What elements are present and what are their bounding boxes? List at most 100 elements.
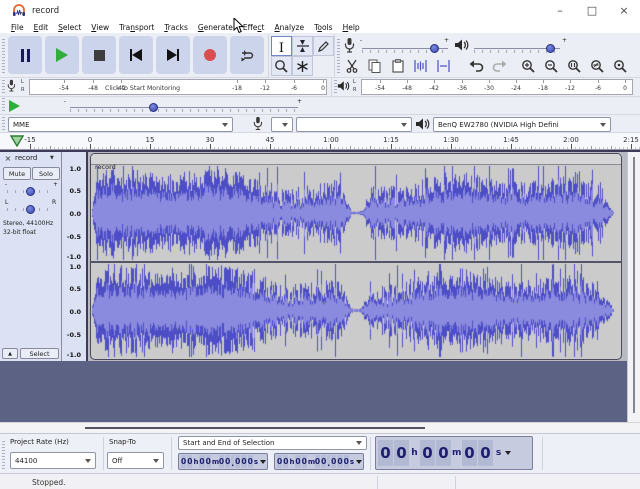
clip-header[interactable]: record: [91, 154, 621, 165]
time-digit[interactable]: 0: [219, 455, 224, 468]
timeline-label: 30: [206, 136, 215, 144]
chevron-down-icon[interactable]: [260, 460, 266, 464]
zoom-tool-button[interactable]: [271, 56, 292, 76]
time-digit[interactable]: 0: [283, 455, 288, 468]
envelope-tool-button[interactable]: [292, 36, 313, 56]
play-button[interactable]: [45, 36, 79, 74]
time-digit[interactable]: 0: [436, 440, 451, 466]
skip-to-start-button[interactable]: [119, 36, 153, 74]
collapse-track-button[interactable]: ▲: [2, 348, 18, 359]
selection-end-field[interactable]: 00h00m00.000s: [274, 453, 364, 470]
time-unit: h: [410, 448, 419, 458]
play-speed-slider[interactable]: [149, 103, 158, 112]
time-digit[interactable]: 0: [187, 455, 192, 468]
draw-tool-button[interactable]: [313, 36, 334, 56]
fit-project-icon: [590, 59, 605, 74]
paste-button[interactable]: [389, 58, 406, 74]
selection-start-field[interactable]: 00h00m00.000s: [178, 453, 268, 470]
playback-volume-slider[interactable]: [546, 44, 555, 53]
recording-meter[interactable]: LR-54-48-42Click to Start Monitoring-18-…: [0, 78, 331, 96]
mute-button[interactable]: Mute: [3, 167, 31, 180]
multi-tool-button[interactable]: [292, 56, 313, 76]
select-track-button[interactable]: Select: [20, 348, 59, 359]
time-digit[interactable]: 0: [337, 455, 342, 468]
time-digit[interactable]: 0: [248, 455, 253, 468]
meter-scale-label: -6: [595, 85, 601, 92]
time-digit[interactable]: 0: [181, 455, 186, 468]
zoom-in-button[interactable]: [520, 58, 537, 74]
playback-device-select[interactable]: BenQ EW2780 (NVIDIA High Defini: [433, 117, 611, 132]
redo-button[interactable]: [491, 58, 508, 74]
time-digit[interactable]: 0: [295, 455, 300, 468]
track-name[interactable]: record: [15, 154, 37, 162]
meter-bar[interactable]: -54-48-42-36-30-24-18-12-60: [361, 79, 633, 95]
timeline-label: 2:00: [563, 136, 579, 144]
pan-slider[interactable]: [26, 205, 35, 214]
play-at-speed-icon[interactable]: [9, 100, 20, 112]
time-digit[interactable]: 0: [394, 440, 409, 466]
minus-label: -: [360, 37, 362, 44]
record-button[interactable]: [193, 36, 227, 74]
track-menu-caret-icon[interactable]: ▼: [50, 155, 54, 161]
zoom-out-button[interactable]: [543, 58, 560, 74]
copy-button[interactable]: [366, 58, 383, 74]
snap-to-select[interactable]: Off: [107, 452, 164, 469]
time-digit[interactable]: 0: [241, 455, 246, 468]
recording-channels-select[interactable]: [296, 117, 412, 132]
time-digit[interactable]: 0: [225, 455, 230, 468]
chevron-down-icon[interactable]: [505, 451, 511, 455]
time-digit[interactable]: 0: [420, 440, 435, 466]
time-digit[interactable]: 0: [344, 455, 349, 468]
amp-scale-label: -0.5: [67, 331, 81, 339]
monitor-hint: Click to Start Monitoring: [105, 85, 180, 92]
time-digit[interactable]: 0: [315, 455, 320, 468]
project-rate-select[interactable]: 44100: [10, 452, 96, 469]
recording-device-select[interactable]: [271, 117, 293, 132]
recording-volume-slider[interactable]: [430, 44, 439, 53]
timeline-ruler[interactable]: -1501530451:001:151:301:452:002:15: [0, 133, 640, 150]
fit-project-button[interactable]: [589, 58, 606, 74]
zoom-in-icon: [521, 59, 536, 74]
selection-tool-button[interactable]: I: [271, 36, 292, 56]
vertical-scrollbar-thumb[interactable]: [633, 157, 635, 413]
time-digit[interactable]: 0: [331, 455, 336, 468]
meter-bar[interactable]: -54-48-42Click to Start Monitoring-18-12…: [29, 79, 327, 95]
waveform-channel-left[interactable]: [91, 165, 621, 261]
time-digit[interactable]: 0: [277, 455, 282, 468]
time-digit[interactable]: 0: [462, 440, 477, 466]
minimize-button[interactable]: –: [548, 3, 572, 19]
audio-host-select[interactable]: MME: [8, 117, 233, 132]
skip-to-end-button[interactable]: [156, 36, 190, 74]
zoom-out-icon: [544, 59, 559, 74]
time-digit[interactable]: 0: [478, 440, 493, 466]
time-digit[interactable]: 0: [199, 455, 204, 468]
gain-slider[interactable]: [26, 187, 35, 196]
stop-button[interactable]: [82, 36, 116, 74]
zoom-toggle-button[interactable]: [612, 58, 629, 74]
chevron-down-icon[interactable]: [356, 460, 362, 464]
timeline-pin-icon[interactable]: [10, 135, 24, 147]
time-digit[interactable]: 0: [321, 455, 326, 468]
time-unit: m: [452, 448, 461, 458]
vertical-scrollbar[interactable]: [627, 152, 640, 422]
playback-meter[interactable]: LR-54-48-42-36-30-24-18-12-60: [331, 78, 640, 96]
horizontal-scrollbar-thumb[interactable]: [85, 427, 425, 429]
trim-button[interactable]: [412, 58, 429, 74]
audio-position-display[interactable]: 00h00m00s: [375, 436, 533, 470]
time-digit[interactable]: 0: [378, 440, 393, 466]
track-close-icon[interactable]: ×: [3, 154, 13, 164]
time-digit[interactable]: 0: [302, 455, 307, 468]
solo-button[interactable]: Solo: [32, 167, 60, 180]
pause-button[interactable]: [8, 36, 42, 74]
undo-button[interactable]: [468, 58, 485, 74]
time-digit[interactable]: 0: [206, 455, 211, 468]
maximize-button[interactable]: □: [580, 3, 604, 19]
close-button[interactable]: ×: [612, 3, 636, 19]
loop-button[interactable]: [230, 36, 264, 74]
waveform-channel-right[interactable]: [91, 263, 621, 358]
silence-button[interactable]: [435, 58, 452, 74]
fit-selection-button[interactable]: [566, 58, 583, 74]
selection-mode-select[interactable]: Start and End of Selection: [178, 436, 367, 450]
time-digit[interactable]: 0: [235, 455, 240, 468]
cut-button[interactable]: [343, 58, 360, 74]
